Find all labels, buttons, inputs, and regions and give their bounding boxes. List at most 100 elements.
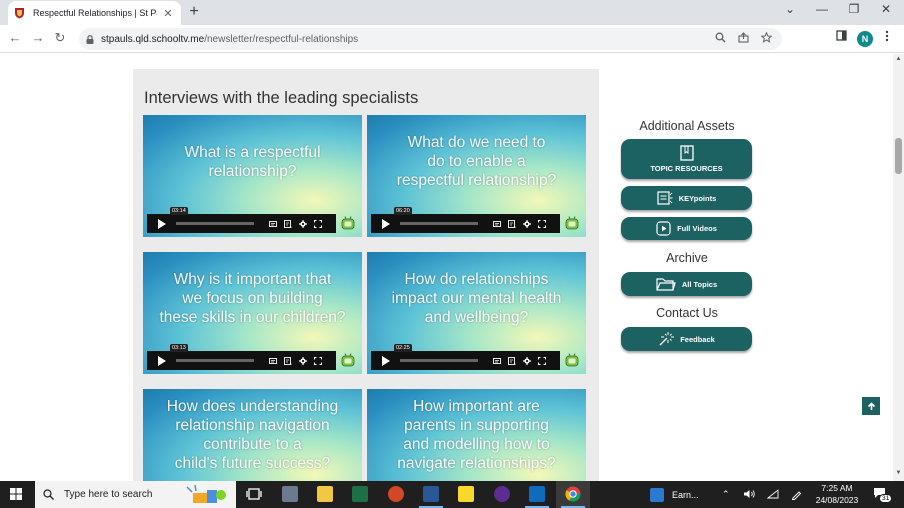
side-panel-icon[interactable] (836, 30, 847, 41)
address-bar[interactable]: stpauls.qld.schooltv.me/newsletter/respe… (79, 28, 782, 50)
video-title-line: do to enable a (427, 153, 526, 170)
clock-date[interactable]: 24/08/2023 (808, 495, 866, 505)
scroll-down-arrow-icon[interactable]: ▼ (894, 470, 903, 476)
powerpoint-icon[interactable] (388, 486, 404, 502)
close-window-button[interactable]: ✕ (876, 2, 896, 16)
video-card[interactable]: How do relationships impact our mental he… (367, 252, 586, 374)
page-scrollbar[interactable]: ▲ ▼ (893, 54, 904, 481)
file-explorer-icon[interactable] (317, 486, 333, 502)
all-topics-button[interactable]: All Topics (621, 272, 752, 296)
play-icon[interactable] (382, 218, 390, 229)
video-title: What do we need to do to enable a respectf… (367, 133, 586, 190)
sticky-notes-icon[interactable] (458, 486, 474, 502)
play-icon[interactable] (158, 218, 166, 229)
keypoints-button[interactable]: KEYpoints (621, 186, 752, 210)
video-controls: 06:20 (371, 207, 560, 233)
back-button[interactable]: ← (7, 30, 23, 45)
magic-wand-icon (659, 332, 675, 346)
zoom-icon[interactable] (715, 32, 726, 43)
forward-button[interactable]: → (30, 30, 46, 45)
video-title-line: we focus on building (182, 290, 323, 307)
tab-search-icon[interactable]: ⌄ (780, 2, 800, 16)
fullscreen-icon[interactable] (314, 219, 322, 228)
transcript-icon[interactable] (284, 219, 292, 228)
back-to-top-button[interactable] (862, 397, 880, 415)
captions-icon[interactable] (493, 220, 501, 228)
video-controls: 03:14 (147, 207, 336, 233)
video-title-line: relationship? (208, 163, 297, 180)
captions-icon[interactable] (269, 357, 277, 365)
bookmark-star-icon[interactable] (761, 32, 772, 43)
video-progress-track[interactable]: 06:20 (394, 207, 478, 225)
windows-start-icon[interactable] (10, 488, 22, 500)
scroll-up-arrow-icon[interactable]: ▲ (894, 56, 903, 62)
fullscreen-icon[interactable] (538, 219, 546, 228)
transcript-icon[interactable] (508, 219, 516, 228)
task-view-icon[interactable] (246, 486, 262, 502)
weather-widget[interactable]: Earn... (650, 481, 720, 508)
browser-tab-active[interactable]: Respectful Relationships | St Paul's ✕ (8, 1, 181, 25)
all-topics-label: All Topics (681, 279, 718, 289)
video-card[interactable]: How does understanding relationship navig… (143, 389, 362, 481)
settings-gear-icon[interactable] (523, 356, 531, 365)
minimize-button[interactable]: — (812, 2, 832, 16)
video-card[interactable]: What do we need to do to enable a respectf… (367, 115, 586, 237)
settings-gear-icon[interactable] (523, 219, 531, 228)
outlook-icon[interactable] (529, 486, 545, 502)
video-card[interactable]: What is a respectful relationship? 03:14 (143, 115, 362, 237)
volume-icon[interactable] (743, 489, 755, 499)
video-progress-track[interactable]: 03:13 (170, 344, 254, 362)
fullscreen-icon[interactable] (314, 356, 322, 365)
settings-gear-icon[interactable] (299, 219, 307, 228)
video-duration: 02:25 (394, 344, 412, 352)
pen-icon[interactable] (791, 489, 802, 500)
settings-gear-icon[interactable] (299, 356, 307, 365)
keypoints-icon (657, 191, 673, 205)
taskbar-search-box[interactable]: Type here to search (35, 481, 236, 508)
share-icon[interactable] (738, 32, 749, 43)
tab-close-icon[interactable]: ✕ (161, 7, 175, 20)
notification-center-button[interactable]: 31 (873, 487, 893, 503)
video-title-line: impact our mental health (391, 290, 562, 307)
tab-title: Respectful Relationships | St Paul's (33, 8, 157, 18)
reload-button[interactable]: ↻ (52, 30, 68, 46)
video-title-line: How do relationships (404, 271, 549, 288)
play-icon[interactable] (382, 355, 390, 366)
feedback-label: Feedback (680, 334, 715, 344)
clock-time[interactable]: 7:25 AM (808, 483, 866, 493)
arrow-up-icon (867, 401, 875, 410)
search-icon (43, 489, 54, 500)
video-duration: 06:20 (394, 207, 412, 215)
full-videos-button[interactable]: Full Videos (621, 217, 752, 240)
captions-icon[interactable] (493, 357, 501, 365)
video-card[interactable]: How important are parents in supporting an… (367, 389, 586, 481)
captions-icon[interactable] (269, 220, 277, 228)
media-player-icon[interactable] (494, 486, 510, 502)
play-icon[interactable] (158, 355, 166, 366)
video-progress-track[interactable]: 03:14 (170, 207, 254, 225)
video-controls: 02:25 (371, 344, 560, 370)
transcript-icon[interactable] (508, 356, 516, 365)
fullscreen-icon[interactable] (538, 356, 546, 365)
restore-button[interactable]: ❐ (844, 2, 864, 16)
video-progress-track[interactable]: 02:25 (394, 344, 478, 362)
network-icon[interactable] (767, 489, 779, 499)
feedback-button[interactable]: Feedback (621, 327, 752, 351)
page-viewport: Interviews with the leading specialists … (0, 54, 893, 481)
excel-icon[interactable] (352, 486, 368, 502)
scrollbar-thumb[interactable] (895, 138, 902, 174)
tray-overflow-chevron-icon[interactable]: ⌃ (722, 489, 730, 500)
word-icon[interactable] (423, 486, 439, 502)
chrome-taskbar-active[interactable] (556, 481, 590, 508)
browser-menu-icon[interactable] (885, 30, 889, 42)
camera-app-icon[interactable] (282, 486, 298, 502)
profile-avatar[interactable]: N (857, 31, 873, 47)
transcript-icon[interactable] (284, 356, 292, 365)
video-title-line: parents in supporting (404, 417, 549, 434)
topic-resources-button[interactable]: TOPIC RESOURCES (621, 139, 752, 179)
video-card[interactable]: Why is it important that we focus on buil… (143, 252, 362, 374)
new-tab-button[interactable]: + (184, 3, 204, 21)
video-title: How does understanding relationship navig… (143, 397, 362, 473)
archive-heading: Archive (666, 251, 708, 265)
topic-resources-label: TOPIC RESOURCES (650, 164, 723, 173)
